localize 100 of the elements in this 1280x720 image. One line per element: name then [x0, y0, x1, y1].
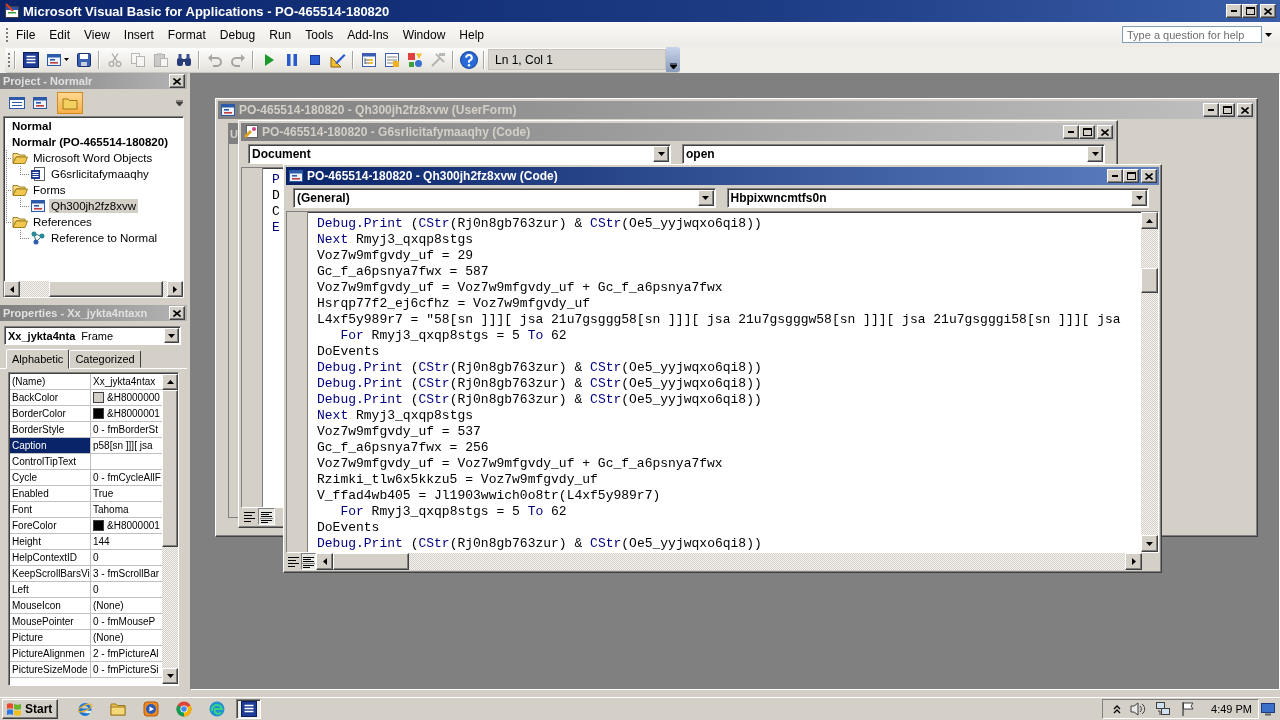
menu-item[interactable]: Add-Ins: [340, 24, 396, 45]
property-name[interactable]: Cycle: [10, 470, 91, 486]
menu-item[interactable]: Run: [262, 24, 299, 45]
maximize-button[interactable]: [1079, 125, 1095, 139]
menu-item[interactable]: Edit: [42, 24, 78, 45]
toggle-folders-button[interactable]: [57, 91, 83, 114]
scroll-down-button[interactable]: [1141, 535, 1158, 552]
flag-icon[interactable]: [1180, 701, 1197, 717]
property-value[interactable]: True: [93, 488, 114, 499]
speaker-icon[interactable]: [1130, 701, 1147, 717]
property-value[interactable]: 2 - fmPictureAl: [93, 648, 159, 659]
maximize-button[interactable]: [1123, 169, 1139, 183]
scrollbar-thumb[interactable]: [162, 390, 178, 547]
property-name[interactable]: PictureAlignmen: [10, 646, 91, 662]
property-value[interactable]: &H8000001: [107, 408, 160, 419]
taskbar-button[interactable]: [236, 699, 262, 719]
network-icon[interactable]: [1155, 701, 1172, 717]
close-button[interactable]: [1141, 169, 1157, 183]
property-name[interactable]: BorderStyle: [10, 422, 91, 438]
tree-item[interactable]: Normalr (PO-465514-180820): [10, 135, 170, 149]
horizontal-scrollbar[interactable]: [4, 281, 183, 297]
property-name[interactable]: Enabled: [10, 486, 91, 502]
menu-item[interactable]: File: [9, 24, 43, 45]
tree-item[interactable]: G6srlicitafymaaqhy: [49, 167, 151, 181]
property-name[interactable]: BorderColor: [10, 406, 91, 422]
property-value[interactable]: &H8000000: [107, 392, 160, 403]
close-button[interactable]: [1260, 4, 1276, 18]
grip-icon[interactable]: [6, 27, 9, 42]
module-view-button[interactable]: [258, 508, 275, 525]
dropdown-button[interactable]: [653, 146, 669, 162]
property-value[interactable]: 3 - fmScrollBar: [93, 568, 160, 579]
minimize-button[interactable]: [1107, 169, 1123, 183]
menu-item[interactable]: View: [77, 24, 117, 45]
procedure-dropdown[interactable]: Hbpixwncmtfs0n: [726, 188, 1149, 208]
tree-item[interactable]: References: [31, 215, 94, 229]
property-value[interactable]: (None): [93, 600, 124, 611]
close-button[interactable]: [169, 74, 185, 88]
property-name[interactable]: Font: [10, 502, 91, 518]
property-name[interactable]: KeepScrollBarsVi: [10, 566, 91, 582]
scrollbar-thumb[interactable]: [49, 281, 163, 297]
tree-item[interactable]: Normal: [10, 119, 54, 133]
dropdown-button[interactable]: [1131, 190, 1147, 206]
tree-item[interactable]: Reference to Normal: [49, 231, 160, 245]
scroll-left-button[interactable]: [4, 281, 20, 297]
start-button[interactable]: Start: [2, 699, 59, 719]
e-logo-icon[interactable]: [77, 701, 94, 717]
play-tile-icon[interactable]: [143, 701, 160, 717]
dropdown-button[interactable]: [164, 328, 179, 343]
close-button[interactable]: [1237, 103, 1253, 117]
property-value[interactable]: 0: [93, 584, 99, 595]
property-name[interactable]: MousePointer: [10, 614, 91, 630]
scroll-right-button[interactable]: [167, 281, 183, 297]
property-name[interactable]: Height: [10, 534, 91, 550]
property-name[interactable]: HelpContextID: [10, 550, 91, 566]
tab[interactable]: Categorized: [69, 350, 141, 368]
property-value[interactable]: 0 - fmCycleAllF: [93, 472, 161, 483]
close-button[interactable]: [1097, 125, 1113, 139]
object-dropdown[interactable]: (General): [293, 188, 716, 208]
property-value[interactable]: 0 - fmMouseP: [93, 616, 156, 627]
dropdown-button[interactable]: [697, 190, 714, 206]
toolbar-options-button[interactable]: [666, 47, 680, 72]
property-name[interactable]: Left: [10, 582, 91, 598]
ring-logo-icon[interactable]: [176, 701, 193, 717]
scroll-down-button[interactable]: [162, 668, 178, 684]
chevron-up-icon[interactable]: [1113, 704, 1122, 714]
vertical-scrollbar[interactable]: [1141, 212, 1158, 552]
procedure-dropdown[interactable]: open: [682, 144, 1105, 164]
property-name[interactable]: MouseIcon: [10, 598, 91, 614]
property-name[interactable]: Picture: [10, 630, 91, 646]
show-desktop-icon[interactable]: [1259, 701, 1277, 717]
help-question-field[interactable]: Type a question for help: [1122, 26, 1262, 43]
scrollbar-thumb[interactable]: [333, 553, 409, 570]
horizontal-scrollbar[interactable]: [316, 553, 1142, 570]
property-value[interactable]: Tahoma: [93, 504, 129, 515]
property-value[interactable]: (None): [93, 632, 124, 643]
minimize-button[interactable]: [1226, 4, 1242, 18]
menu-item[interactable]: Window: [395, 24, 453, 45]
folder-icon[interactable]: [110, 701, 127, 717]
tree-item[interactable]: Microsoft Word Objects: [31, 151, 155, 165]
chevron-down-icon[interactable]: [176, 99, 183, 106]
scroll-up-button[interactable]: [162, 374, 178, 390]
minimize-button[interactable]: [1063, 125, 1079, 139]
object-dropdown[interactable]: Document: [248, 144, 671, 164]
menu-item[interactable]: Tools: [298, 24, 341, 45]
object-dropdown[interactable]: Xx_jykta4nta Frame: [4, 326, 181, 345]
vertical-scrollbar[interactable]: [162, 374, 178, 684]
menu-item[interactable]: Help: [452, 24, 491, 45]
menu-item[interactable]: Format: [160, 24, 213, 45]
scroll-right-button[interactable]: [1125, 553, 1142, 570]
maximize-button[interactable]: [1219, 103, 1235, 117]
menu-item[interactable]: Insert: [116, 24, 161, 45]
property-value[interactable]: 144: [93, 536, 110, 547]
property-name[interactable]: ForeColor: [10, 518, 91, 534]
property-value[interactable]: &H8000001: [107, 520, 160, 531]
scrollbar-thumb[interactable]: [1141, 268, 1158, 293]
scroll-left-button[interactable]: [316, 553, 333, 570]
property-value[interactable]: 0 - fmPictureSi: [93, 664, 159, 675]
property-name[interactable]: (Name): [10, 374, 91, 390]
property-value[interactable]: p58[sn ]]][ jsa: [93, 440, 153, 451]
property-name[interactable]: PictureSizeMode: [10, 662, 91, 678]
